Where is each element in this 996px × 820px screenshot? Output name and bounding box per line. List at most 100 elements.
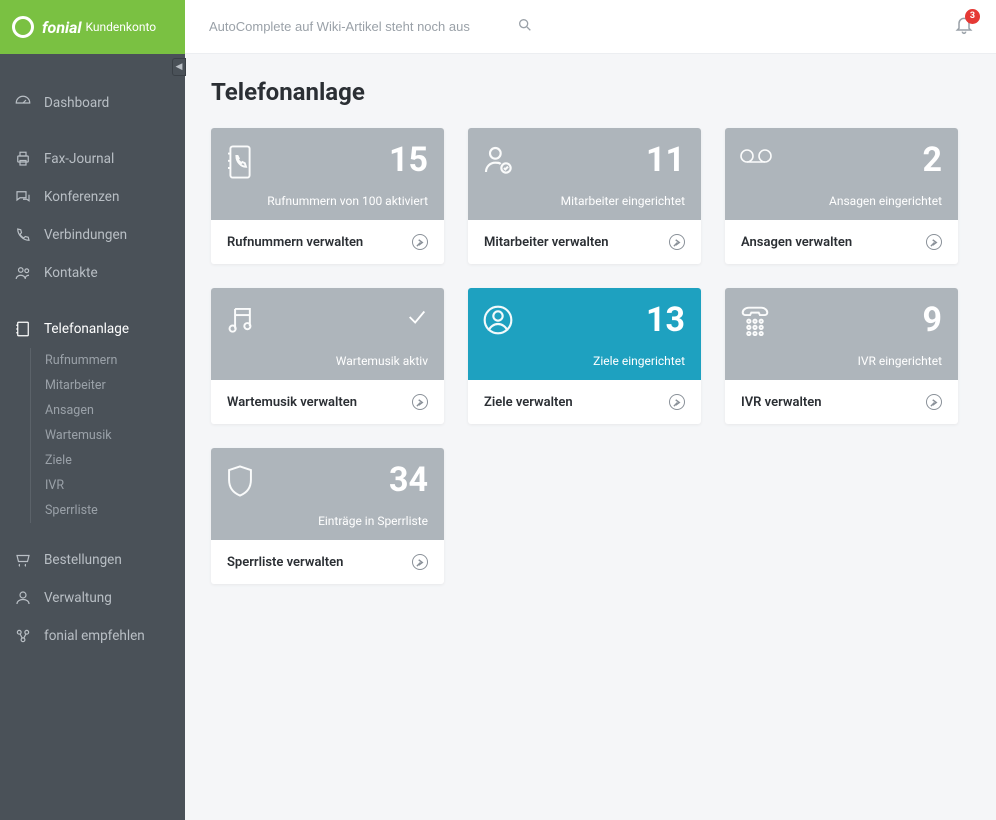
card-ivr: 9 IVR eingerichtet IVR verwalten: [725, 288, 958, 424]
subnav-mitarbeiter[interactable]: Mitarbeiter: [30, 373, 185, 398]
card-action-ansagen[interactable]: Ansagen verwalten: [725, 220, 958, 264]
card-grid: 15 Rufnummern von 100 aktiviert Rufnumme…: [211, 128, 970, 584]
card-action-label: Rufnummern verwalten: [227, 235, 363, 250]
card-header: 2 Ansagen eingerichtet: [725, 128, 958, 220]
nav-bestellungen[interactable]: Bestellungen: [0, 541, 185, 579]
card-header: 13 Ziele eingerichtet: [468, 288, 701, 380]
nav-verbindungen[interactable]: Verbindungen: [0, 216, 185, 254]
arrow-icon: [669, 394, 685, 410]
nav-fax[interactable]: Fax-Journal: [0, 140, 185, 178]
arrow-icon: [926, 234, 942, 250]
card-action-wartemusik[interactable]: Wartemusik verwalten: [211, 380, 444, 424]
card-header: Wartemusik aktiv: [211, 288, 444, 380]
card-value: 11: [646, 140, 685, 180]
nav-label: fonial empfehlen: [44, 628, 145, 644]
check-icon: [406, 306, 428, 328]
card-header: 11 Mitarbeiter eingerichtet: [468, 128, 701, 220]
subnav-sperrliste[interactable]: Sperrliste: [30, 498, 185, 523]
phonebook-icon: [14, 319, 34, 339]
sidebar-nav: Dashboard Fax-Journal Konferenzen Verbin…: [0, 54, 185, 665]
arrow-icon: [669, 234, 685, 250]
users-icon: [14, 263, 34, 283]
brand-logo-icon: [12, 16, 34, 38]
card-action-ivr[interactable]: IVR verwalten: [725, 380, 958, 424]
arrow-icon: [412, 234, 428, 250]
card-subtitle: Wartemusik aktiv: [336, 354, 428, 368]
card-value: 34: [389, 460, 428, 500]
card-ziele: 13 Ziele eingerichtet Ziele verwalten: [468, 288, 701, 424]
phone-icon: [14, 225, 34, 245]
nav-label: Telefonanlage: [44, 321, 129, 337]
card-header: 15 Rufnummern von 100 aktiviert: [211, 128, 444, 220]
card-subtitle: Mitarbeiter eingerichtet: [561, 194, 685, 208]
nav-label: Kontakte: [44, 265, 98, 281]
arrow-icon: [412, 394, 428, 410]
phonebook-icon: [225, 144, 255, 180]
content: Telefonanlage 15 Rufnummern von 100 akti…: [185, 54, 996, 608]
card-sperrliste: 34 Einträge in Sperrliste Sperrliste ver…: [211, 448, 444, 584]
card-action-mitarbeiter[interactable]: Mitarbeiter verwalten: [468, 220, 701, 264]
card-value: 15: [389, 140, 428, 180]
nav-empfehlen[interactable]: fonial empfehlen: [0, 617, 185, 655]
gauge-icon: [14, 93, 34, 113]
card-action-ziele[interactable]: Ziele verwalten: [468, 380, 701, 424]
search-wrap: [207, 13, 537, 40]
chat-icon: [14, 187, 34, 207]
subnav-ansagen[interactable]: Ansagen: [30, 398, 185, 423]
card-action-label: Sperrliste verwalten: [227, 555, 343, 570]
card-ansagen: 2 Ansagen eingerichtet Ansagen verwalten: [725, 128, 958, 264]
card-action-label: Wartemusik verwalten: [227, 395, 357, 410]
notifications-button[interactable]: 3: [954, 15, 974, 39]
cart-icon: [14, 550, 34, 570]
nav-kontakte[interactable]: Kontakte: [0, 254, 185, 292]
card-subtitle: Ziele eingerichtet: [593, 354, 685, 368]
dialpad-icon: [739, 304, 771, 336]
card-value: 9: [922, 300, 942, 340]
card-subtitle: IVR eingerichtet: [858, 354, 942, 368]
share-icon: [14, 626, 34, 646]
nav-dashboard[interactable]: Dashboard: [0, 84, 185, 122]
music-icon: [225, 304, 255, 336]
card-action-rufnummern[interactable]: Rufnummern verwalten: [211, 220, 444, 264]
sidebar: fonial Kundenkonto ◀ Dashboard Fax-Journ…: [0, 0, 185, 820]
main-area: 3 Telefonanlage 15 Rufnummern von 100 ak…: [185, 0, 996, 820]
shield-icon: [225, 464, 255, 498]
nav-label: Verbindungen: [44, 227, 127, 243]
user-circle-icon: [482, 304, 514, 336]
card-action-label: IVR verwalten: [741, 395, 821, 410]
arrow-icon: [412, 554, 428, 570]
nav-verwaltung[interactable]: Verwaltung: [0, 579, 185, 617]
nav-label: Dashboard: [44, 95, 109, 111]
card-mitarbeiter: 11 Mitarbeiter eingerichtet Mitarbeiter …: [468, 128, 701, 264]
subnav-telefonanlage: Rufnummern Mitarbeiter Ansagen Wartemusi…: [0, 348, 185, 523]
search-icon: [517, 17, 533, 37]
nav-label: Fax-Journal: [44, 151, 114, 167]
card-action-sperrliste[interactable]: Sperrliste verwalten: [211, 540, 444, 584]
voicemail-icon: [739, 144, 773, 168]
subnav-ziele[interactable]: Ziele: [30, 448, 185, 473]
brand-name: fonial: [42, 18, 82, 37]
card-action-label: Mitarbeiter verwalten: [484, 235, 609, 250]
nav-label: Konferenzen: [44, 189, 119, 205]
card-subtitle: Einträge in Sperrliste: [318, 514, 428, 528]
subnav-rufnummern[interactable]: Rufnummern: [30, 348, 185, 373]
nav-telefonanlage[interactable]: Telefonanlage: [0, 310, 185, 348]
card-header: 34 Einträge in Sperrliste: [211, 448, 444, 540]
nav-konferenzen[interactable]: Konferenzen: [0, 178, 185, 216]
admin-icon: [14, 588, 34, 608]
sidebar-collapse-button[interactable]: ◀: [172, 58, 186, 76]
card-wartemusik: Wartemusik aktiv Wartemusik verwalten: [211, 288, 444, 424]
page-title: Telefonanlage: [211, 78, 970, 106]
user-check-icon: [482, 144, 514, 176]
brand-subtitle: Kundenkonto: [86, 20, 157, 34]
card-action-label: Ziele verwalten: [484, 395, 573, 410]
nav-label: Bestellungen: [44, 552, 122, 568]
card-value: 2: [922, 140, 942, 180]
brand-header: fonial Kundenkonto: [0, 0, 185, 54]
nav-label: Verwaltung: [44, 590, 112, 606]
card-subtitle: Ansagen eingerichtet: [829, 194, 942, 208]
subnav-wartemusik[interactable]: Wartemusik: [30, 423, 185, 448]
subnav-ivr[interactable]: IVR: [30, 473, 185, 498]
search-input[interactable]: [207, 13, 537, 40]
topbar: 3: [185, 0, 996, 54]
